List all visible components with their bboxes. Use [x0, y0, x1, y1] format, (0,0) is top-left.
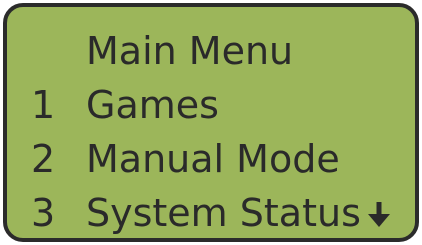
menu-item-number: 1 [31, 83, 56, 127]
arrow-down-icon [368, 202, 390, 227]
menu-title: Main Menu [86, 29, 294, 73]
lcd-display: Main Menu 1 Games 2 Manual Mode 3 System… [3, 3, 419, 242]
menu-item-number: 2 [31, 137, 56, 181]
menu-item-number: 3 [31, 191, 56, 235]
menu-item-label: System Status [86, 191, 361, 235]
menu-item-label: Manual Mode [86, 137, 340, 181]
menu-item-label: Games [86, 83, 219, 127]
